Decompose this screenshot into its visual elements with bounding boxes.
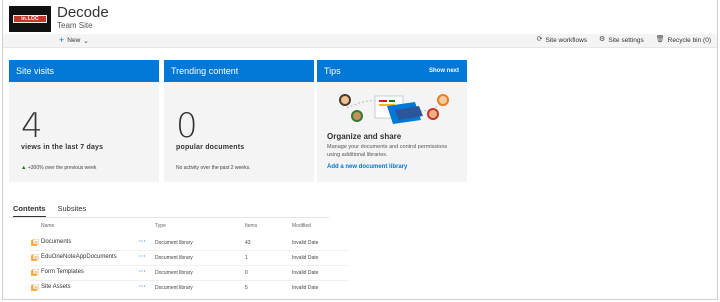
row-name[interactable]: Documents [41,239,71,245]
site-visits-count: 4 [21,106,43,146]
plus-icon: + [59,35,65,45]
tips-description: Manage your documents and control permis… [327,144,448,158]
more-actions-icon[interactable]: ··· [139,284,146,290]
row-items: 1 [245,255,248,261]
table-row[interactable]: Form Templates ··· Document library 0 In… [3,265,717,280]
table-row[interactable]: Documents ··· Document library 43 Invali… [3,235,717,250]
tips-title: Tips [324,66,341,76]
row-type: Document library [155,255,193,261]
trending-content-label: popular documents [176,144,245,151]
row-items: 5 [245,285,248,291]
row-name[interactable]: Form Templates [41,269,84,275]
chevron-down-icon: ⌄ [83,37,89,45]
tab-subsites[interactable]: Subsites [58,204,87,218]
site-header: in.LOC Decode Team Site [3,0,717,36]
site-logo[interactable]: in.LOC [9,6,51,32]
site-title[interactable]: Decode [57,4,109,21]
page-frame: in.LOC Decode Team Site + New ⌄ ⟳ Site w… [2,0,718,300]
logo-wordmark: in.LOC [13,15,47,23]
more-actions-icon[interactable]: ··· [139,254,146,260]
row-name[interactable]: Site Assets [41,284,71,290]
trend-up-icon: ▲ [21,165,27,171]
trending-content-tile[interactable]: Trending content 0 popular documents No … [164,60,314,182]
row-items: 43 [245,240,251,246]
document-library-icon [31,269,39,276]
row-type: Document library [155,240,193,246]
row-items: 0 [245,270,248,276]
trending-content-foot: No activity over the past 2 weeks. [176,165,251,171]
tips-heading: Organize and share [327,132,402,141]
row-type: Document library [155,285,193,291]
site-workflows-label: Site workflows [545,36,588,44]
trash-icon: 🗑 [655,36,665,43]
show-next-button[interactable]: Show next [429,68,459,74]
row-modified: Invalid Date [292,270,319,276]
recycle-bin-label: Recycle bin (0) [667,36,711,44]
table-row[interactable]: EduOneNoteAppDocuments ··· Document libr… [3,250,717,265]
new-button-label: New [67,37,81,44]
gear-icon: ⚙ [599,36,606,43]
tips-illustration [339,94,449,124]
tab-contents[interactable]: Contents [13,204,46,218]
add-document-library-link[interactable]: Add a new document library [327,164,407,170]
command-bar-right: ⟳ Site workflows ⚙ Site settings 🗑 Recyc… [537,36,711,44]
tips-header: Tips Show next [317,60,467,82]
trending-content-count: 0 [176,106,198,146]
column-header-name[interactable]: Name [41,223,54,229]
table-header: Name Type Items Modified [3,223,717,233]
workflow-icon: ⟳ [536,36,543,43]
site-visits-label: views in the last 7 days [21,144,104,151]
row-modified: Invalid Date [292,240,319,246]
more-actions-icon[interactable]: ··· [139,239,146,245]
site-settings-button[interactable]: ⚙ Site settings [599,36,644,44]
site-visits-tile[interactable]: Site visits 4 views in the last 7 days ▲… [9,60,159,182]
site-workflows-button[interactable]: ⟳ Site workflows [537,36,587,44]
site-visits-trend-text: +300% over the previous week [27,165,97,171]
table-row[interactable]: Site Assets ··· Document library 5 Inval… [3,280,717,295]
row-modified: Invalid Date [292,255,319,261]
tips-tile: Tips Show next Organize and share Manage… [317,60,467,182]
content-tabs: Contents Subsites [13,204,86,218]
trending-content-title: Trending content [164,60,314,82]
column-header-type[interactable]: Type [155,223,166,229]
document-library-icon [31,239,39,246]
document-library-icon [31,284,39,291]
recycle-bin-button[interactable]: 🗑 Recycle bin (0) [656,36,711,44]
tabs-divider [9,217,329,218]
row-modified: Invalid Date [292,285,319,291]
new-button[interactable]: + New ⌄ [59,36,89,45]
command-bar: + New ⌄ ⟳ Site workflows ⚙ Site settings… [3,34,717,48]
column-header-modified[interactable]: Modified [292,223,311,229]
document-library-icon [31,254,39,261]
site-visits-trend: ▲ +300% over the previous week [21,165,96,171]
site-visits-title: Site visits [9,60,159,82]
site-subtitle: Team Site [57,21,93,30]
row-type: Document library [155,270,193,276]
row-name[interactable]: EduOneNoteAppDocuments [41,254,117,260]
site-settings-label: Site settings [608,36,644,44]
more-actions-icon[interactable]: ··· [139,269,146,275]
column-header-items[interactable]: Items [245,223,257,229]
